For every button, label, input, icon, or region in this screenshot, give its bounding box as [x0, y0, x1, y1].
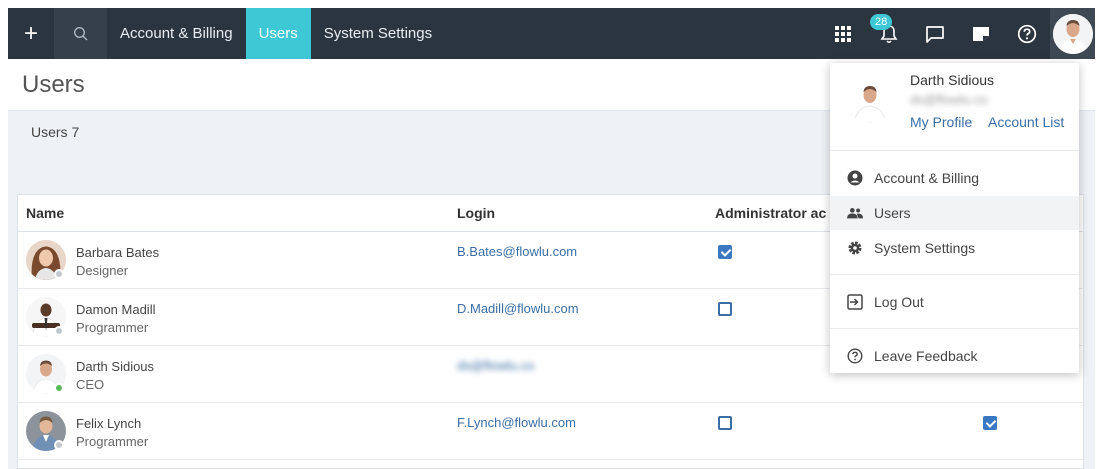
admin-checkbox[interactable] [718, 416, 732, 430]
nav-system-settings[interactable]: System Settings [311, 8, 445, 59]
status-indicator [54, 326, 64, 336]
menu-item-users[interactable]: Users [830, 196, 1079, 230]
chat-button[interactable] [912, 8, 958, 59]
search-icon [73, 26, 87, 40]
user-name: Darth Sidious [76, 359, 155, 374]
menu-item-label: Log Out [874, 294, 924, 310]
user-role: Designer [76, 263, 129, 278]
user-name: Felix Lynch [76, 416, 142, 431]
menu-item-log-out[interactable]: Log Out [830, 285, 1079, 319]
my-profile-link[interactable]: My Profile [910, 114, 972, 130]
gear-icon [847, 240, 863, 256]
user-role: CEO [76, 377, 105, 392]
menu-item-label: Account & Billing [874, 170, 980, 186]
profile-section: Darth Sidious ds@flowlu.co My Profile Ac… [830, 63, 1079, 151]
user-role: Programmer [76, 320, 149, 335]
status-indicator [54, 440, 64, 450]
menu-item-system-settings[interactable]: System Settings [830, 231, 1079, 265]
nav-account-billing[interactable]: Account & Billing [107, 8, 246, 59]
status-indicator [54, 269, 64, 279]
user-login[interactable]: B.Bates@flowlu.com [457, 244, 577, 259]
menu-item-leave-feedback[interactable]: Leave Feedback [830, 339, 1079, 373]
apps-button[interactable] [820, 8, 866, 59]
nav-users[interactable]: Users [245, 8, 311, 59]
user-menu-button[interactable] [1050, 8, 1095, 59]
avatar [848, 79, 892, 123]
menu-item-label: Leave Feedback [874, 348, 978, 364]
admin-checkbox[interactable] [718, 245, 732, 259]
menu-divider [830, 328, 1079, 329]
column-header-login[interactable]: Login [457, 195, 495, 231]
add-button[interactable]: + [8, 8, 54, 59]
user-name: Barbara Bates [76, 245, 160, 260]
profile-email: ds@flowlu.co [910, 92, 988, 107]
menu-item-label: Users [874, 205, 911, 221]
help-button[interactable] [1004, 8, 1050, 59]
page-title: Users [22, 71, 85, 98]
menu-item-account-billing[interactable]: Account & Billing [830, 161, 1079, 195]
avatar [1052, 13, 1093, 54]
logout-icon [847, 294, 863, 310]
profile-name: Darth Sidious [910, 72, 995, 88]
user-name: Damon Madill [76, 302, 156, 317]
column-header-admin[interactable]: Administrator ac [715, 195, 826, 231]
user-login[interactable]: F.Lynch@flowlu.com [457, 415, 576, 430]
apps-grid-icon [835, 25, 851, 42]
users-icon [847, 205, 863, 221]
table-row[interactable]: Felix Lynch Programmer F.Lynch@flowlu.co… [18, 403, 1083, 460]
users-count: Users 7 [31, 124, 80, 140]
search-button[interactable] [54, 8, 107, 59]
status-indicator [54, 383, 64, 393]
top-nav: + Account & Billing Users System Setting… [8, 8, 1095, 59]
permission-checkbox[interactable] [983, 416, 997, 430]
notes-button[interactable] [958, 8, 1004, 59]
menu-item-label: System Settings [874, 240, 976, 256]
note-icon [973, 26, 989, 41]
menu-divider [830, 274, 1079, 275]
account-circle-icon [847, 170, 863, 186]
help-icon [1017, 24, 1037, 43]
user-login[interactable]: ds@flowlu.co [457, 358, 535, 373]
notifications-button[interactable]: 28 [866, 8, 912, 59]
account-list-link[interactable]: Account List [988, 114, 1064, 130]
notification-badge: 28 [870, 14, 893, 30]
help-icon [847, 348, 863, 364]
user-login[interactable]: D.Madill@flowlu.com [457, 301, 579, 316]
column-header-name[interactable]: Name [26, 195, 64, 231]
admin-checkbox[interactable] [718, 302, 732, 316]
user-role: Programmer [76, 434, 149, 449]
user-dropdown-menu: Darth Sidious ds@flowlu.co My Profile Ac… [830, 63, 1079, 373]
chat-icon [926, 25, 944, 43]
